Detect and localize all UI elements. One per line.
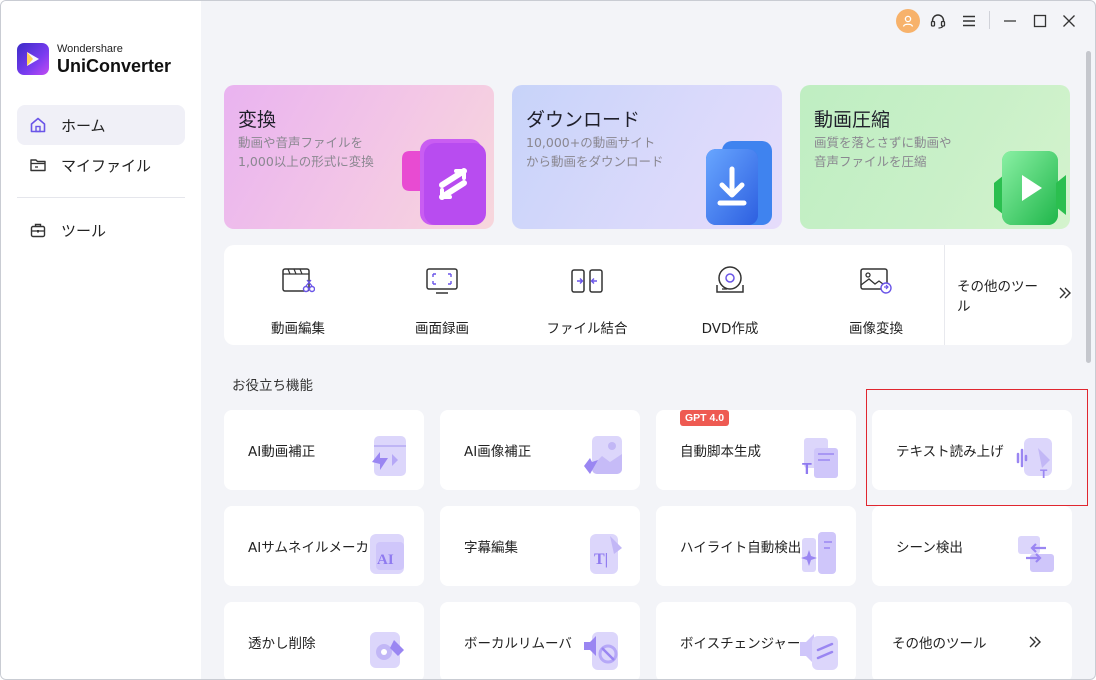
scrollbar-thumb[interactable] (1086, 51, 1091, 363)
home-icon (29, 116, 47, 134)
card-label: AI画像補正 (464, 444, 532, 460)
folder-icon (29, 156, 47, 174)
ai-video-enhance-icon (372, 436, 406, 476)
card-watermark-remove[interactable]: 透かし削除 (224, 602, 424, 679)
card-label: 透かし削除 (248, 636, 316, 652)
merge-icon (567, 263, 607, 299)
script-gen-icon: T (802, 438, 838, 478)
download-icon (692, 141, 782, 229)
sidebar-divider (17, 197, 185, 198)
feature-desc: 画質を落とさずに動画や音声ファイルを圧縮 (814, 135, 952, 169)
toolbox-icon (29, 221, 47, 239)
feature-title: 変換 (238, 109, 277, 131)
highlight-detect-icon (801, 532, 836, 574)
card-ai-image-enhance[interactable]: AI画像補正 (440, 410, 640, 490)
tool-label: DVD作成 (701, 321, 759, 337)
dvd-icon (710, 263, 750, 299)
card-vocal-remover[interactable]: ボーカルリムーバ (440, 602, 640, 679)
card-label: AI動画補正 (248, 444, 316, 460)
chevron-right-double-icon (1029, 636, 1041, 648)
tool-label: 動画編集 (271, 321, 325, 337)
section-title: お役立ち機能 (232, 378, 313, 394)
feature-desc: 動画や音声ファイルを1,000以上の形式に変換 (238, 135, 374, 169)
sidebar-item-label: ホーム (61, 116, 106, 135)
card-highlight-detect[interactable]: ハイライト自動検出 (656, 506, 856, 586)
card-label: テキスト読み上げ (896, 444, 1004, 460)
sidebar: Wondershare UniConverter ホーム マイファイル ツール (1, 1, 201, 679)
card-label: その他のツール (892, 636, 987, 652)
minimize-icon[interactable] (998, 9, 1022, 33)
scene-detect-icon (1018, 536, 1054, 572)
feature-title: ダウンロード (526, 109, 641, 131)
app-window: Wondershare UniConverter ホーム マイファイル ツール (0, 0, 1096, 680)
gpt-badge: GPT 4.0 (680, 410, 730, 426)
video-edit-icon (278, 263, 318, 299)
feature-title: 動画圧縮 (814, 109, 891, 131)
voice-changer-icon (800, 634, 838, 670)
card-label: 自動脚本生成 (680, 444, 761, 460)
menu-icon[interactable] (957, 9, 981, 33)
app-logo: Wondershare UniConverter (17, 43, 171, 75)
card-label: 字幕編集 (464, 540, 518, 556)
card-ai-video-enhance[interactable]: AI動画補正 (224, 410, 424, 490)
svg-text:T|: T| (594, 551, 608, 568)
more-tools-button[interactable]: その他のツール (944, 245, 1072, 345)
tool-dvd-create[interactable]: DVD作成 (670, 263, 790, 337)
card-voice-changer[interactable]: ボイスチェンジャー (656, 602, 856, 679)
chevron-right-double-icon (1058, 286, 1072, 304)
tool-label: 画面録画 (415, 321, 469, 337)
close-icon[interactable] (1057, 9, 1081, 33)
title-bar (201, 1, 1095, 41)
maximize-icon[interactable] (1028, 9, 1052, 33)
uniconverter-logo-icon (17, 43, 49, 75)
svg-text:T: T (1040, 467, 1048, 481)
more-tools-label: その他のツール (957, 279, 1038, 315)
sidebar-item-label: ツール (61, 221, 107, 240)
card-subtitle-edit[interactable]: 字幕編集 T| (440, 506, 640, 586)
card-label: シーン検出 (896, 540, 963, 556)
card-scene-detect[interactable]: シーン検出 (872, 506, 1072, 586)
tool-image-convert[interactable]: 画像変換 (816, 263, 936, 337)
feature-card-convert[interactable]: 変換 動画や音声ファイルを1,000以上の形式に変換 (224, 85, 494, 229)
sidebar-item-home[interactable]: ホーム (17, 105, 185, 145)
screen-record-icon (422, 263, 462, 299)
ai-thumbnail-icon: AI (370, 534, 404, 574)
compress-icon (990, 145, 1070, 229)
card-label: ボイスチェンジャー (680, 636, 801, 652)
card-ai-thumbnail[interactable]: AIサムネイルメーカー AI (224, 506, 424, 586)
support-headset-icon[interactable] (926, 9, 950, 33)
subtitle-icon: T| (590, 534, 622, 574)
sidebar-item-tools[interactable]: ツール (17, 210, 185, 250)
card-label: ボーカルリムーバ (464, 636, 572, 652)
card-label: ハイライト自動検出 (680, 540, 802, 556)
card-more-tools[interactable]: その他のツール (872, 602, 1072, 679)
vocal-remover-icon (584, 632, 618, 670)
brand-small: Wondershare (57, 42, 123, 55)
text-to-speech-icon: T (1016, 438, 1052, 481)
svg-text:T: T (802, 461, 812, 478)
card-script-gen[interactable]: GPT 4.0 自動脚本生成 T (656, 410, 856, 490)
tools-row: 動画編集 画面録画 ファイル結合 DVD作成 画像変換 その他のツール (224, 245, 1072, 345)
feature-card-download[interactable]: ダウンロード 10,000+の動画サイトから動画をダウンロード (512, 85, 782, 229)
brand-name: UniConverter (57, 55, 172, 76)
ai-image-enhance-icon (584, 436, 622, 474)
tool-video-edit[interactable]: 動画編集 (238, 263, 358, 337)
tool-file-merge[interactable]: ファイル結合 (527, 263, 647, 337)
card-text-to-speech[interactable]: テキスト読み上げ T (872, 410, 1072, 490)
feature-card-compress[interactable]: 動画圧縮 画質を落とさずに動画や音声ファイルを圧縮 (800, 85, 1070, 229)
image-convert-icon (856, 263, 896, 299)
watermark-remove-icon (370, 632, 404, 668)
feature-desc: 10,000+の動画サイトから動画をダウンロード (526, 135, 664, 169)
tool-screen-record[interactable]: 画面録画 (382, 263, 502, 337)
svg-text:AI: AI (377, 552, 394, 568)
account-avatar-icon[interactable] (896, 9, 920, 33)
convert-icon (394, 129, 494, 229)
sidebar-item-label: マイファイル (61, 156, 152, 175)
tool-label: 画像変換 (849, 321, 903, 337)
tool-label: ファイル結合 (546, 321, 628, 337)
titlebar-separator (989, 11, 990, 29)
sidebar-item-my-files[interactable]: マイファイル (17, 145, 185, 185)
card-label: AIサムネイルメーカー (248, 540, 383, 556)
